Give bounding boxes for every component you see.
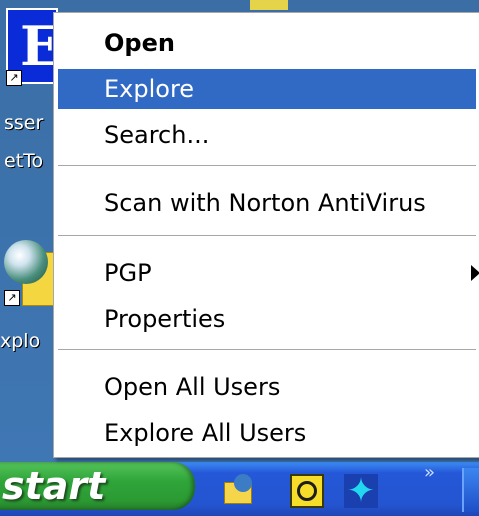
desktop-label-explorer: xplo <box>0 330 41 352</box>
globe-icon <box>4 240 48 284</box>
menu-item-open-all-users[interactable]: Open All Users <box>58 367 476 407</box>
clock-icon[interactable] <box>290 474 324 508</box>
menu-item-scan-norton[interactable]: Scan with Norton AntiVirus <box>58 183 476 223</box>
shortcut-arrow-icon: ↗ <box>4 290 20 306</box>
globe-icon <box>234 474 252 492</box>
shortcut-arrow-icon: ↗ <box>6 70 22 86</box>
menu-item-explore-all-users[interactable]: Explore All Users <box>58 413 476 453</box>
menu-item-pgp[interactable]: PGP <box>58 253 479 293</box>
menu-item-pgp-label: PGP <box>104 259 152 287</box>
menu-separator <box>58 349 476 351</box>
star-icon[interactable]: ✦ <box>344 474 378 508</box>
menu-item-open[interactable]: Open <box>58 23 476 63</box>
quick-launch-overflow-icon[interactable]: » <box>424 462 435 483</box>
menu-item-search[interactable]: Search... <box>58 115 476 155</box>
start-label: start <box>2 464 106 508</box>
submenu-arrow-icon <box>471 265 479 281</box>
menu-item-properties[interactable]: Properties <box>58 299 476 339</box>
desktop-shortcut-e[interactable]: E ↗ <box>6 8 61 86</box>
desktop-label-line2: etTo <box>4 150 44 172</box>
background-window-edge <box>250 0 288 10</box>
taskbar-window-button[interactable] <box>462 468 479 512</box>
clock-face-icon <box>297 481 317 501</box>
context-menu: Open Explore Search... Scan with Norton … <box>53 12 479 458</box>
menu-item-explore[interactable]: Explore <box>58 69 476 109</box>
desktop-label-line1: sser <box>4 112 44 134</box>
desktop-shortcut-explorer[interactable]: ↗ <box>4 232 58 312</box>
menu-separator <box>58 165 476 167</box>
start-button[interactable]: start <box>0 462 195 510</box>
show-desktop-icon[interactable] <box>222 474 256 508</box>
menu-separator <box>58 235 476 237</box>
star-glyph-icon: ✦ <box>346 471 376 511</box>
